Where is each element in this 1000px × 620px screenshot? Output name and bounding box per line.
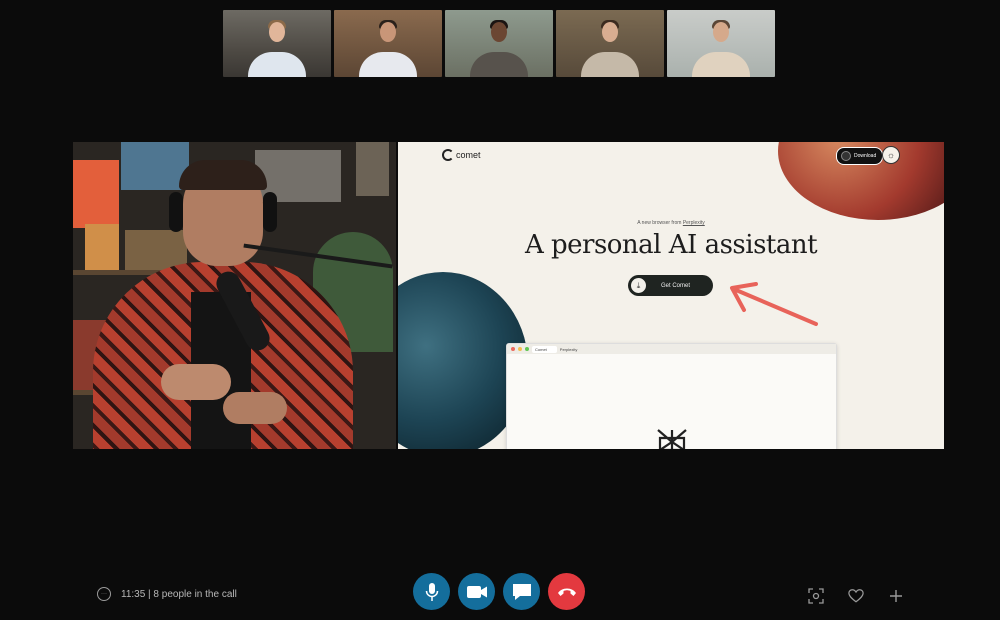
tagline: A new browser from Perplexity [398, 220, 944, 226]
hero-heading: A personal AI assistant [524, 230, 818, 260]
minimize-dot-icon [518, 347, 522, 351]
screenshot-icon [808, 588, 824, 604]
chat-button[interactable] [503, 573, 540, 610]
get-comet-label: Get Comet [660, 282, 690, 289]
chat-icon[interactable]: ··· [97, 587, 111, 601]
participant-thumbnail[interactable] [445, 10, 553, 77]
participant-thumbnail[interactable] [223, 10, 331, 77]
plus-icon [890, 590, 902, 602]
close-dot-icon [511, 347, 515, 351]
call-status: ··· 11:35 | 8 people in the call [97, 587, 237, 601]
browser-preview: Comet Perplexity [506, 343, 837, 449]
download-arrow-icon: ⤓ [631, 278, 646, 293]
participant-thumbnail[interactable] [556, 10, 664, 77]
main-speaker-video[interactable] [73, 142, 396, 449]
perplexity-mark-icon [655, 428, 689, 449]
bug-icon[interactable]: ☼ [882, 146, 900, 164]
call-extra-actions [808, 588, 904, 604]
get-comet-button[interactable]: ⤓ Get Comet [628, 275, 713, 296]
end-call-icon [557, 588, 576, 596]
add-button[interactable] [888, 588, 904, 604]
comet-logo[interactable]: comet [442, 149, 481, 161]
preview-tab-comet: Comet [532, 345, 557, 353]
video-camera-icon [466, 585, 487, 598]
heart-button[interactable] [848, 588, 864, 604]
speaker-hand [161, 364, 231, 400]
tagline-prefix: A new browser from [637, 220, 683, 226]
message-icon [512, 583, 531, 600]
comet-logo-text: comet [456, 150, 481, 160]
speaker-hair [179, 160, 267, 190]
download-icon [841, 151, 851, 161]
shared-screen[interactable]: comet Download ☼ A new browser from Perp… [398, 142, 944, 449]
headphone-right [263, 192, 277, 232]
perplexity-link[interactable]: Perplexity [683, 220, 705, 226]
heart-icon [848, 589, 864, 603]
download-button[interactable]: Download [836, 147, 884, 165]
wall-poster [73, 160, 119, 228]
camera-button[interactable] [458, 573, 495, 610]
screenshot-button[interactable] [808, 588, 824, 604]
microphone-icon [425, 582, 438, 601]
comet-logo-icon [442, 149, 454, 161]
preview-tab-perplexity: Perplexity [559, 346, 578, 352]
call-status-text: 11:35 | 8 people in the call [121, 588, 237, 600]
participant-strip [223, 10, 775, 77]
book [85, 224, 119, 270]
download-label: Download [854, 153, 877, 159]
maximize-dot-icon [525, 347, 529, 351]
speaker-hand [223, 392, 287, 424]
browser-preview-tabbar: Comet Perplexity [507, 344, 836, 354]
participant-thumbnail[interactable] [667, 10, 775, 77]
participant-thumbnail[interactable] [334, 10, 442, 77]
microphone-button[interactable] [413, 573, 450, 610]
end-call-button[interactable] [548, 573, 585, 610]
call-controls [413, 573, 585, 610]
headphone-left [169, 192, 183, 232]
wall-poster [356, 142, 389, 196]
annotation-arrow-icon [730, 282, 818, 326]
